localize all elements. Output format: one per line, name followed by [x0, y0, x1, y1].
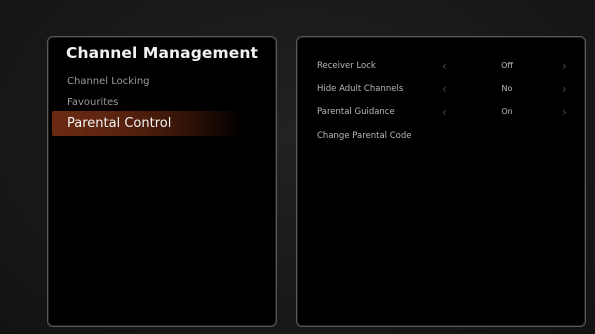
tv-menu-screen: Channel Management Channel Locking Favou…	[0, 0, 595, 334]
menu-item-favourites[interactable]: Favourites	[67, 97, 119, 108]
chevron-left-icon[interactable]: ‹	[442, 105, 447, 119]
setting-value: Off	[501, 61, 513, 70]
setting-value: No	[501, 84, 513, 93]
menu-title: Channel Management	[65, 44, 259, 62]
setting-value: On	[501, 107, 513, 116]
channel-management-menu: Channel Management Channel Locking Favou…	[47, 36, 277, 327]
chevron-left-icon[interactable]: ‹	[442, 82, 447, 96]
menu-item-parental-control[interactable]: Parental Control	[67, 116, 171, 131]
setting-label: Parental Guidance	[317, 107, 395, 117]
setting-label: Change Parental Code	[317, 131, 412, 141]
parental-control-settings-panel: Receiver Lock ‹ Off › Hide Adult Channel…	[296, 36, 586, 327]
chevron-right-icon[interactable]: ›	[562, 59, 567, 73]
chevron-left-icon[interactable]: ‹	[442, 59, 447, 73]
setting-label: Receiver Lock	[317, 61, 376, 71]
setting-row-change-parental-code[interactable]: Change Parental Code	[297, 131, 585, 149]
setting-row-hide-adult-channels[interactable]: Hide Adult Channels ‹ No ›	[297, 82, 585, 102]
menu-item-channel-locking[interactable]: Channel Locking	[67, 76, 150, 87]
chevron-right-icon[interactable]: ›	[562, 82, 567, 96]
chevron-right-icon[interactable]: ›	[562, 105, 567, 119]
setting-row-parental-guidance[interactable]: Parental Guidance ‹ On ›	[297, 105, 585, 125]
setting-row-receiver-lock[interactable]: Receiver Lock ‹ Off ›	[297, 59, 585, 79]
setting-label: Hide Adult Channels	[317, 84, 404, 94]
